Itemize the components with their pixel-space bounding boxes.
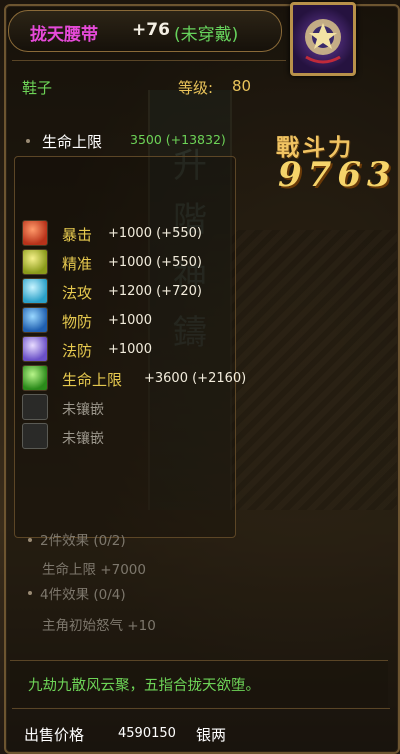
empty-socket-icon[interactable] <box>22 423 48 449</box>
set-four-piece-title: 4件效果 (0/4) <box>40 587 126 603</box>
title-divider <box>12 60 286 61</box>
price-divider <box>12 708 390 709</box>
bullet-icon <box>26 139 30 143</box>
item-equip-status: (未穿戴) <box>174 25 239 45</box>
gem-stat-label: 暴击 <box>62 226 93 244</box>
gem-stat-value: +3600 (+2160) <box>144 371 247 386</box>
level-value: 80 <box>232 77 252 95</box>
green-gem-icon[interactable] <box>22 365 48 391</box>
gem-stat-label: 物防 <box>62 313 93 331</box>
gem-stat-label: 生命上限 <box>62 371 123 389</box>
gem-stat-value: +1000 (+550) <box>108 226 202 241</box>
price-value: 4590150 <box>118 726 176 741</box>
price-unit: 银两 <box>196 726 227 744</box>
item-description: 九劫九散风云聚，五指合拢天欲堕。 <box>28 678 260 694</box>
blue-gem-icon[interactable] <box>22 307 48 333</box>
base-stat-value: 3500 (+13832) <box>130 132 226 147</box>
empty-socket-label: 未镶嵌 <box>62 402 104 418</box>
combat-power-value: 9763 <box>278 155 397 195</box>
set-two-piece-stat: 生命上限 +7000 <box>42 562 146 578</box>
item-enhance-level: +76 <box>132 20 170 40</box>
belt-item-icon[interactable] <box>290 2 356 76</box>
item-name: 拢天腰带 <box>30 25 98 45</box>
gem-stat-label: 精准 <box>62 255 93 273</box>
set-two-piece-title: 2件效果 (0/2) <box>40 533 126 549</box>
gem-stat-value: +1000 <box>108 313 152 328</box>
bullet-icon <box>28 591 32 595</box>
price-label: 出售价格 <box>24 726 85 744</box>
gem-stat-label: 法防 <box>62 342 93 360</box>
red-gem-icon[interactable] <box>22 220 48 246</box>
empty-socket-label: 未镶嵌 <box>62 431 104 447</box>
gem-stat-value: +1200 (+720) <box>108 284 202 299</box>
yellow-gem-icon[interactable] <box>22 249 48 275</box>
bullet-icon <box>28 538 32 542</box>
level-label: 等级: <box>178 79 214 97</box>
purple-gem-icon[interactable] <box>22 336 48 362</box>
empty-socket-icon[interactable] <box>22 394 48 420</box>
cyan-gem-icon[interactable] <box>22 278 48 304</box>
gem-stat-value: +1000 <box>108 342 152 357</box>
gem-stat-label: 法攻 <box>62 284 93 302</box>
gem-stat-value: +1000 (+550) <box>108 255 202 270</box>
set-four-piece-stat: 主角初始怒气 +10 <box>42 618 156 634</box>
item-type: 鞋子 <box>22 79 53 97</box>
base-stat-label: 生命上限 <box>42 133 103 151</box>
